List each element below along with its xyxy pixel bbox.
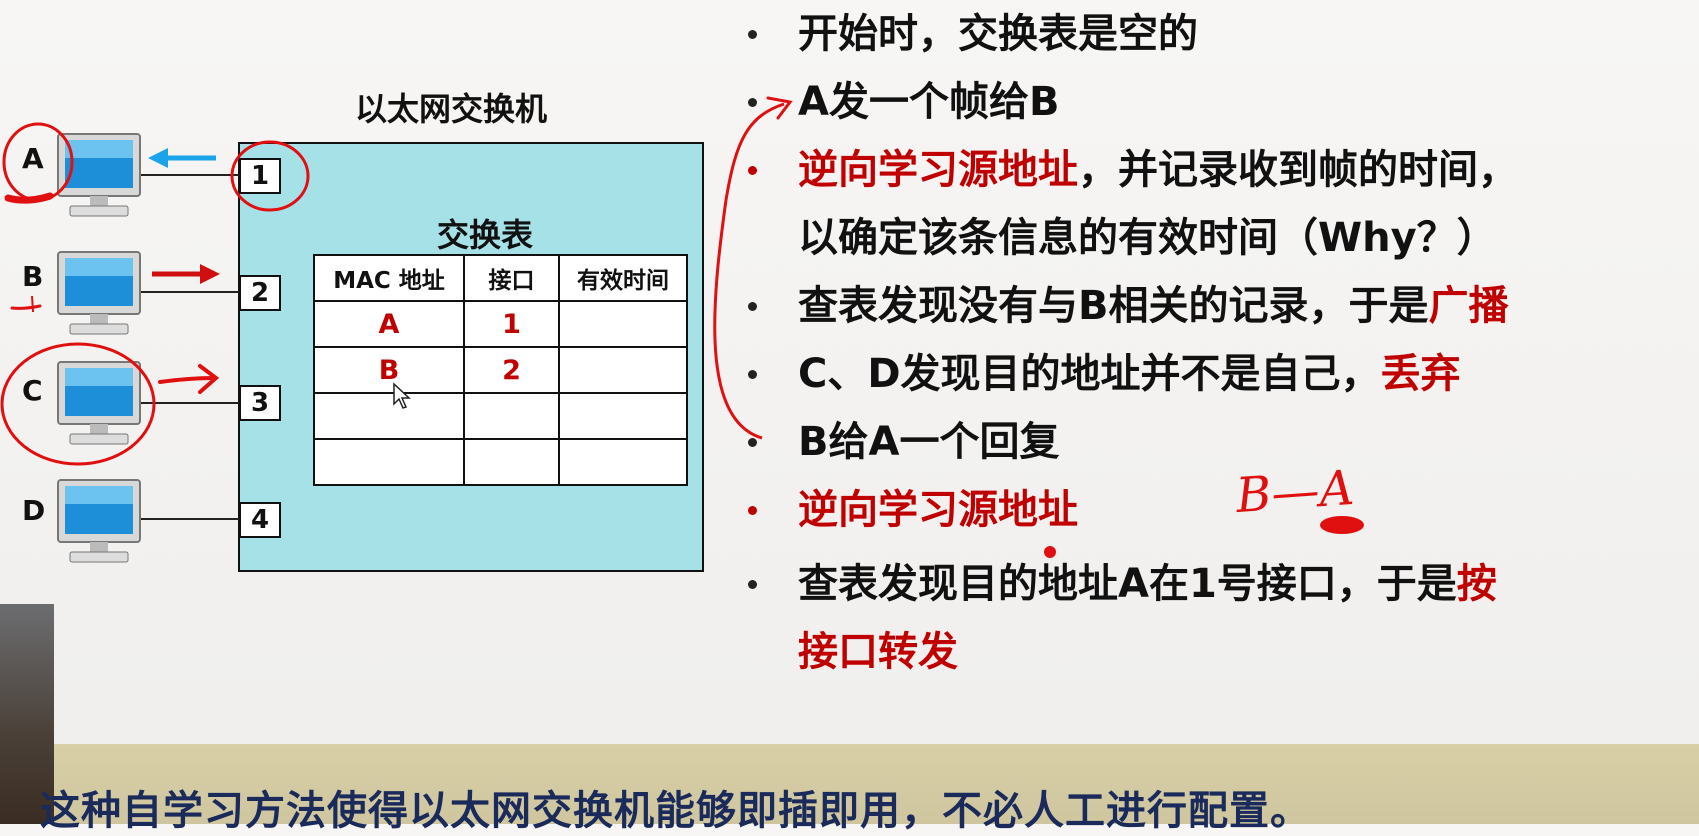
bullet-dot-icon bbox=[748, 30, 757, 39]
handwritten-annotation: B—A bbox=[1234, 459, 1356, 525]
bullet-item: C、D发现目的地址并不是自己，丢弃 bbox=[748, 350, 1461, 398]
circle-mark-icon bbox=[0, 342, 156, 466]
hand-arrow-icon bbox=[158, 364, 220, 394]
bullet-item: 查表发现目的地址A在1号接口，于是按 bbox=[748, 560, 1497, 608]
bullet-item-continued: 接口转发 bbox=[798, 629, 958, 675]
bullet-item: 开始时，交换表是空的 bbox=[748, 10, 1198, 58]
bullet-dot-icon bbox=[748, 580, 757, 589]
bullet-dot-icon bbox=[748, 370, 757, 379]
cursor-icon bbox=[393, 382, 411, 409]
bullet-item: 逆向学习源地址 bbox=[748, 486, 1078, 534]
bullet-dot-icon bbox=[748, 98, 757, 107]
bullet-dot-icon bbox=[748, 302, 757, 311]
bullet-item: 逆向学习源地址，并记录收到帧的时间， bbox=[748, 146, 1518, 194]
blue-arrow-icon bbox=[148, 148, 216, 168]
bullet-item: B给A一个回复 bbox=[748, 418, 1059, 466]
bullet-dot-icon bbox=[748, 506, 757, 515]
bullet-item: A发一个帧给B bbox=[748, 78, 1059, 126]
bullet-item-continued: 以确定该条信息的有效时间（Why？） bbox=[798, 215, 1497, 261]
video-subtitle: 这种自学习方法使得以太网交换机能够即插即用，不必人工进行配置。 bbox=[40, 788, 1311, 834]
bullet-dot-icon bbox=[748, 166, 757, 175]
circle-mark-icon bbox=[2, 122, 74, 202]
bullet-item: 查表发现没有与B相关的记录，于是广播 bbox=[748, 282, 1509, 330]
red-arrow-icon bbox=[152, 264, 220, 284]
circle-mark-icon bbox=[230, 140, 310, 212]
bullet-dot-icon bbox=[748, 438, 757, 447]
